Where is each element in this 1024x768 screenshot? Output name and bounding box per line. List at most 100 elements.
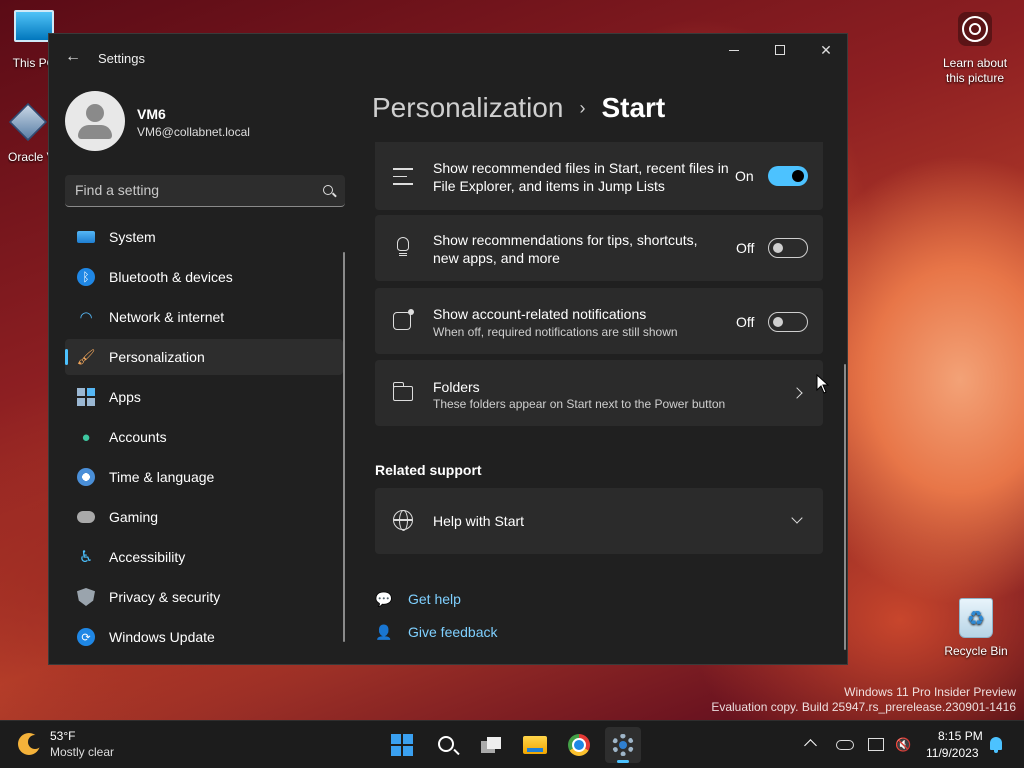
start-icon: [391, 734, 413, 756]
breadcrumb-parent[interactable]: Personalization: [372, 92, 563, 124]
clock-date: 11/9/2023: [926, 746, 979, 760]
sidebar-item-label: Time & language: [109, 469, 215, 485]
avatar-head: [86, 104, 104, 122]
setting-title: Show account-related notifications: [433, 306, 647, 322]
settings-gear-icon: [612, 734, 634, 756]
sidebar-item-accounts[interactable]: ● Accounts: [65, 419, 343, 455]
lightbulb-icon: [393, 237, 415, 259]
sidebar-item-network[interactable]: ◠ Network & internet: [65, 299, 343, 335]
setting-card-recommended-files[interactable]: Show recommended files in Start, recent …: [375, 142, 823, 210]
avatar-body: [78, 125, 112, 139]
chrome-icon: [568, 734, 590, 756]
notification-bell-icon[interactable]: [990, 737, 1002, 753]
weather-description: Mostly clear: [50, 745, 115, 759]
minimize-icon: [729, 49, 739, 51]
feedback-icon: 👤: [375, 624, 393, 640]
user-name: VM6: [137, 106, 166, 122]
virtualbox-icon: [8, 102, 48, 142]
sidebar-item-windows-update[interactable]: ⟳ Windows Update: [65, 619, 343, 655]
maximize-button[interactable]: [757, 34, 803, 66]
file-explorer-button[interactable]: [517, 727, 553, 763]
taskbar-search-button[interactable]: [429, 727, 465, 763]
sidebar-item-personalization[interactable]: 🖌 Personalization: [65, 339, 343, 375]
sidebar-item-label: Bluetooth & devices: [109, 269, 233, 285]
bluetooth-icon: ᛒ: [77, 268, 95, 286]
help-with-start-expander[interactable]: Help with Start: [375, 488, 823, 554]
back-arrow-icon[interactable]: ←: [65, 49, 81, 65]
weather-temperature: 53°F: [50, 729, 76, 743]
os-watermark: Windows 11 Pro Insider Preview Evaluatio…: [711, 685, 1016, 715]
link-label[interactable]: Get help: [408, 591, 461, 607]
sidebar-item-label: Privacy & security: [109, 589, 221, 605]
notification-icon: [393, 309, 415, 334]
search-box[interactable]: [65, 175, 345, 207]
chrome-button[interactable]: [561, 727, 597, 763]
clock-time: 8:15 PM: [938, 729, 983, 743]
setting-title: Help with Start: [433, 513, 525, 529]
settings-taskbar-button[interactable]: [605, 727, 641, 763]
setting-title: Show recommendations for tips, shortcuts…: [433, 232, 698, 266]
show-hidden-icons-chevron-icon[interactable]: [804, 739, 817, 752]
sidebar-item-label: Personalization: [109, 349, 205, 365]
recommended-files-toggle[interactable]: [768, 166, 808, 186]
task-view-button[interactable]: [473, 727, 509, 763]
desktop-icon-recycle-bin[interactable]: ♻ Recycle Bin: [940, 598, 1012, 658]
start-button[interactable]: [384, 727, 420, 763]
sidebar-scrollbar[interactable]: [343, 252, 345, 642]
minimize-button[interactable]: [711, 34, 757, 66]
update-icon: ⟳: [77, 628, 95, 646]
desktop-icon-virtualbox[interactable]: Oracle VirtualBox: [6, 102, 50, 165]
user-email: VM6@collabnet.local: [137, 125, 250, 139]
page-title: Start: [601, 92, 666, 123]
setting-card-recommendations[interactable]: Show recommendations for tips, shortcuts…: [375, 215, 823, 281]
sidebar-item-label: Windows Update: [109, 629, 215, 645]
folder-icon: [392, 382, 415, 405]
toggle-state-label: Off: [736, 240, 755, 256]
sidebar-item-system[interactable]: System: [65, 219, 343, 255]
onedrive-cloud-icon[interactable]: [836, 740, 854, 750]
chevron-down-icon: [791, 512, 803, 524]
sidebar-item-gaming[interactable]: Gaming: [65, 499, 343, 535]
account-notifications-toggle[interactable]: [768, 312, 808, 332]
search-icon: [438, 736, 454, 752]
search-icon[interactable]: [323, 185, 333, 195]
globe-icon: [393, 510, 415, 532]
get-help-link[interactable]: 💬 Get help: [375, 591, 461, 607]
desktop-icon-label: Recycle Bin: [944, 644, 1008, 658]
content-scrollbar[interactable]: [844, 364, 846, 650]
chevron-right-icon: [791, 387, 803, 399]
window-title: Settings: [98, 51, 145, 66]
breadcrumb: Personalization › Start: [372, 92, 665, 124]
network-icon[interactable]: [868, 738, 884, 751]
give-feedback-link[interactable]: 👤 Give feedback: [375, 624, 498, 640]
volume-muted-icon[interactable]: 🔇: [895, 737, 911, 753]
monitor-icon: [77, 231, 95, 243]
search-input[interactable]: [65, 175, 315, 205]
sidebar-nav: System ᛒ Bluetooth & devices ◠ Network &…: [65, 219, 343, 659]
close-icon: ✕: [820, 41, 832, 58]
setting-card-folders[interactable]: Folders These folders appear on Start ne…: [375, 360, 823, 426]
moon-cloud-icon: [18, 733, 42, 755]
recommendations-toggle[interactable]: [768, 238, 808, 258]
camera-icon: [958, 12, 992, 46]
watermark-line: Windows 11 Pro Insider Preview: [844, 685, 1016, 699]
setting-subtitle: When off, required notifications are sti…: [433, 325, 678, 339]
watermark-line: Evaluation copy. Build 25947.rs_prerelea…: [711, 700, 1016, 714]
sidebar-item-time-language[interactable]: Time & language: [65, 459, 343, 495]
file-explorer-icon: [523, 736, 547, 754]
setting-card-account-notifications[interactable]: Show account-related notifications When …: [375, 288, 823, 354]
title-bar[interactable]: ← Settings ✕: [49, 34, 847, 80]
close-button[interactable]: ✕: [803, 34, 847, 66]
controller-icon: [77, 511, 95, 523]
task-view-icon: [481, 737, 501, 753]
shield-icon: [77, 588, 95, 606]
sidebar-item-apps[interactable]: Apps: [65, 379, 343, 415]
desktop-icon-learn-about-picture[interactable]: Learn about this picture: [936, 12, 1014, 86]
breadcrumb-separator: ›: [579, 97, 586, 118]
setting-subtitle: These folders appear on Start next to th…: [433, 397, 726, 411]
link-label[interactable]: Give feedback: [408, 624, 498, 640]
sidebar-item-bluetooth[interactable]: ᛒ Bluetooth & devices: [65, 259, 343, 295]
sidebar-item-accessibility[interactable]: ♿ Accessibility: [65, 539, 343, 575]
sidebar-item-privacy[interactable]: Privacy & security: [65, 579, 343, 615]
avatar[interactable]: [65, 91, 125, 151]
